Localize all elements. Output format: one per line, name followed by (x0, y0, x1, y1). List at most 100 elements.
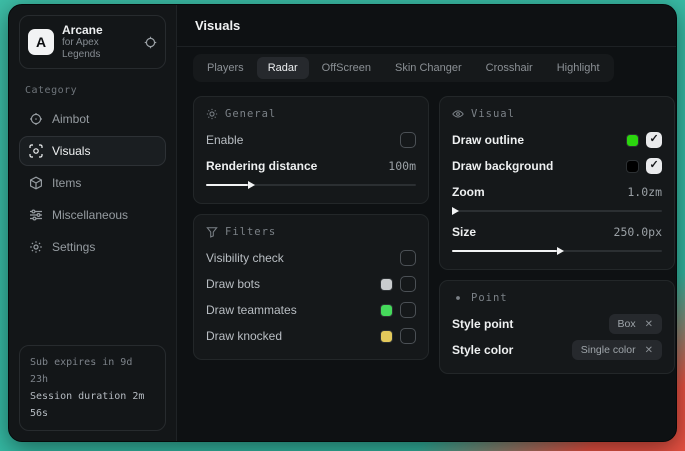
rendering-distance-label: Rendering distance (206, 159, 317, 173)
zoom-slider[interactable] (452, 205, 662, 217)
draw-teammates-color-swatch[interactable] (380, 304, 393, 317)
draw-bots-row: Draw bots (206, 273, 416, 295)
draw-bots-label: Draw bots (206, 277, 260, 291)
brand-name: Arcane (62, 23, 136, 37)
gear-icon (29, 240, 43, 254)
tab-offscreen[interactable]: OffScreen (311, 57, 382, 79)
main-header: Visuals (177, 5, 677, 47)
size-slider[interactable] (452, 245, 662, 257)
sidebar-item-settings[interactable]: Settings (19, 232, 166, 262)
sidebar-item-label: Visuals (52, 144, 90, 158)
tabbar: Players Radar OffScreen Skin Changer Cro… (193, 54, 614, 82)
filters-card-title: Filters (225, 226, 276, 238)
sidebar-item-visuals[interactable]: Visuals (19, 136, 166, 166)
draw-background-color-swatch[interactable] (626, 160, 639, 173)
sidebar-item-label: Settings (52, 240, 95, 254)
enable-label: Enable (206, 133, 243, 147)
brand-header: A Arcane for Apex Legends (19, 15, 166, 69)
draw-knocked-checkbox[interactable] (400, 328, 416, 344)
tab-radar[interactable]: Radar (257, 57, 309, 79)
point-card-title: Point (471, 292, 508, 304)
target-icon[interactable] (144, 36, 157, 49)
zoom-row: Zoom 1.0zm (452, 181, 662, 203)
draw-background-label: Draw background (452, 159, 553, 173)
funnel-icon (206, 226, 218, 238)
rendering-distance-slider[interactable] (206, 179, 416, 191)
point-card-header: Point (452, 292, 662, 304)
visual-card-title: Visual (471, 108, 515, 120)
draw-background-row: Draw background (452, 155, 662, 177)
remove-icon[interactable]: ✕ (645, 345, 653, 356)
rendering-distance-value: 100m (388, 159, 416, 173)
subscription-info: Sub expires in 9d 23h Session duration 2… (19, 345, 166, 431)
left-column: General Enable Rendering distance 100m (193, 96, 429, 360)
draw-outline-checkbox[interactable] (646, 132, 662, 148)
general-card-header: General (206, 108, 416, 120)
draw-outline-label: Draw outline (452, 133, 524, 147)
size-value: 250.0px (614, 225, 662, 239)
visibility-check-label: Visibility check (206, 251, 284, 265)
general-card: General Enable Rendering distance 100m (193, 96, 429, 204)
slider-track (452, 210, 662, 212)
session-duration-text: Session duration 2m 56s (30, 388, 155, 422)
point-icon (452, 292, 464, 304)
sidebar-nav: Aimbot Visuals Items (19, 104, 166, 262)
cube-icon (29, 176, 43, 190)
sun-icon (206, 108, 218, 120)
sidebar-item-items[interactable]: Items (19, 168, 166, 198)
style-color-row: Style color Single color ✕ (452, 339, 662, 361)
draw-background-checkbox[interactable] (646, 158, 662, 174)
sidebar-item-label: Aimbot (52, 112, 89, 126)
sidebar-item-miscellaneous[interactable]: Miscellaneous (19, 200, 166, 230)
draw-teammates-checkbox[interactable] (400, 302, 416, 318)
draw-bots-color-swatch[interactable] (380, 278, 393, 291)
style-point-chip-text: Box (618, 318, 636, 330)
sidebar: A Arcane for Apex Legends Category (9, 5, 177, 441)
tab-crosshair[interactable]: Crosshair (475, 57, 544, 79)
category-label: Category (25, 85, 160, 96)
tab-highlight[interactable]: Highlight (546, 57, 611, 79)
draw-teammates-controls (380, 302, 416, 318)
draw-outline-color-swatch[interactable] (626, 134, 639, 147)
draw-teammates-label: Draw teammates (206, 303, 297, 317)
draw-knocked-label: Draw knocked (206, 329, 282, 343)
point-card: Point Style point Box ✕ Style color Sing… (439, 280, 675, 374)
tabbar-wrap: Players Radar OffScreen Skin Changer Cro… (177, 47, 677, 88)
enable-row: Enable (206, 129, 416, 151)
eye-icon (452, 108, 464, 120)
size-row: Size 250.0px (452, 221, 662, 243)
zoom-label: Zoom (452, 185, 485, 199)
draw-teammates-row: Draw teammates (206, 299, 416, 321)
remove-icon[interactable]: ✕ (645, 319, 653, 330)
visibility-check-checkbox[interactable] (400, 250, 416, 266)
draw-bots-checkbox[interactable] (400, 276, 416, 292)
style-color-select[interactable]: Single color ✕ (572, 340, 662, 360)
visual-card-header: Visual (452, 108, 662, 120)
general-card-title: General (225, 108, 276, 120)
style-color-chip-text: Single color (581, 344, 636, 356)
sub-expires-text: Sub expires in 9d 23h (30, 354, 155, 388)
sliders-icon (29, 208, 43, 222)
style-point-row: Style point Box ✕ (452, 313, 662, 335)
filters-card-header: Filters (206, 226, 416, 238)
brand-text: Arcane for Apex Legends (62, 23, 136, 61)
visibility-check-row: Visibility check (206, 247, 416, 269)
sidebar-item-aimbot[interactable]: Aimbot (19, 104, 166, 134)
page-title: Visuals (195, 18, 240, 33)
enable-checkbox[interactable] (400, 132, 416, 148)
draw-knocked-controls (380, 328, 416, 344)
content: General Enable Rendering distance 100m (177, 88, 677, 382)
tab-players[interactable]: Players (196, 57, 255, 79)
style-point-select[interactable]: Box ✕ (609, 314, 662, 334)
style-point-label: Style point (452, 317, 513, 331)
crosshair-icon (29, 112, 43, 126)
draw-knocked-row: Draw knocked (206, 325, 416, 347)
zoom-value: 1.0zm (627, 185, 662, 199)
right-column: Visual Draw outline Draw background (439, 96, 675, 374)
brand-subtitle: for Apex Legends (62, 37, 136, 61)
filters-card: Filters Visibility check Draw bots (193, 214, 429, 360)
draw-knocked-color-swatch[interactable] (380, 330, 393, 343)
tab-skin-changer[interactable]: Skin Changer (384, 57, 473, 79)
style-color-label: Style color (452, 343, 513, 357)
app-logo: A (28, 29, 54, 55)
